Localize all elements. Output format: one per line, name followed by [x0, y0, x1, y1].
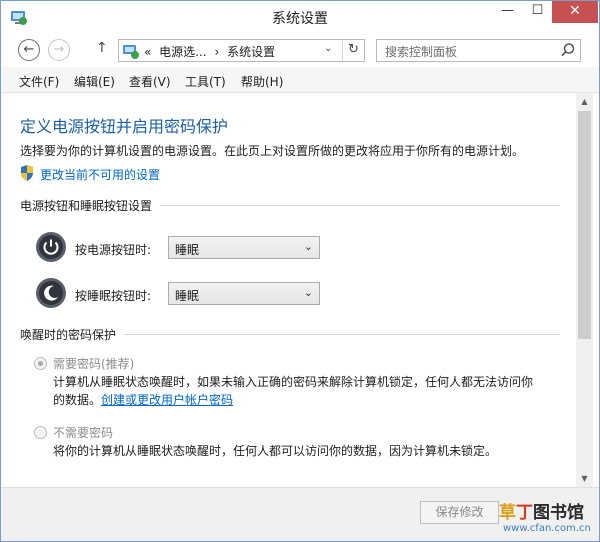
select-value: 睡眠	[175, 243, 200, 257]
require-password-label: 需要密码(推荐)	[53, 357, 135, 371]
title-bar: 系统设置 — ☐ ✕	[1, 1, 599, 33]
menu-tools[interactable]: 工具(T)	[185, 73, 226, 90]
navigation-bar: ← → ↑ « 电源选... › 系统设置 ⌄ ↻ 搜索控制面板	[1, 33, 599, 67]
uac-shield-icon	[21, 165, 33, 181]
up-button[interactable]: ↑	[96, 40, 108, 56]
chevron-down-icon: ⌄	[303, 240, 313, 253]
no-password-radio[interactable]	[34, 426, 47, 439]
watermark-part: 丁	[516, 503, 533, 523]
section-heading: 电源按钮和睡眠按钮设置	[20, 197, 161, 214]
wake-password-section-header: 唤醒时的密码保护	[20, 326, 560, 343]
back-button[interactable]: ←	[18, 39, 40, 61]
menu-file[interactable]: 文件(F)	[19, 73, 59, 90]
power-button-label: 按电源按钮时:	[75, 243, 152, 257]
address-dropdown-button[interactable]: ⌄	[324, 43, 332, 54]
breadcrumb-system-settings[interactable]: 系统设置	[227, 45, 275, 59]
maximize-button[interactable]: ☐	[523, 1, 552, 23]
create-password-link[interactable]: 创建或更改用户帐户密码	[101, 393, 233, 407]
chevron-down-icon: ⌄	[303, 286, 313, 299]
require-password-description: 计算机从睡眠状态唤醒时，如果未输入正确的密码来解除计算机锁定，任何人都无法访问你…	[53, 373, 573, 409]
sleep-button-icon	[36, 278, 66, 308]
menu-edit[interactable]: 编辑(E)	[74, 73, 115, 90]
description-text: 的数据。	[53, 393, 102, 407]
breadcrumb-overflow[interactable]: «	[144, 45, 151, 59]
sleep-button-label: 按睡眠按钮时:	[75, 289, 152, 303]
search-input[interactable]: 搜索控制面板	[376, 39, 581, 62]
change-unavailable-settings-link[interactable]: 更改当前不可用的设置	[40, 166, 160, 183]
watermark-part: 草	[499, 503, 516, 523]
forward-button[interactable]: →	[48, 39, 70, 61]
power-button-icon	[36, 232, 66, 262]
scroll-thumb[interactable]	[578, 111, 591, 339]
control-panel-icon	[123, 45, 139, 59]
power-button-action-select[interactable]: 睡眠 ⌄	[168, 236, 320, 259]
search-icon[interactable]	[560, 42, 576, 58]
watermark-part: 图书馆	[533, 503, 584, 523]
no-password-description: 将你的计算机从睡眠状态唤醒时，任何人都可以访问你的数据，因为计算机未锁定。	[53, 444, 498, 458]
system-settings-window: 系统设置 — ☐ ✕ ← → ↑ « 电源选... › 系统设置 ⌄ ↻ 搜索控…	[0, 0, 600, 542]
require-password-radio[interactable]	[34, 357, 47, 370]
search-placeholder: 搜索控制面板	[385, 45, 458, 59]
menu-view[interactable]: 查看(V)	[129, 73, 171, 90]
watermark-logo: 草丁图书馆	[499, 498, 584, 523]
select-value: 睡眠	[175, 289, 200, 303]
refresh-button[interactable]: ↻	[342, 40, 364, 61]
scroll-down-arrow[interactable]: ▼	[576, 470, 593, 487]
watermark-url: www.cfan.com.cn	[503, 523, 591, 534]
vertical-scrollbar[interactable]: ▲ ▼	[576, 93, 593, 487]
menu-help[interactable]: 帮助(H)	[241, 73, 283, 90]
menu-bar: 文件(F) 编辑(E) 查看(V) 工具(T) 帮助(H)	[1, 67, 599, 93]
sleep-button-action-select[interactable]: 睡眠 ⌄	[168, 282, 320, 305]
footer-bar: 保存修改 草丁图书馆 www.cfan.com.cn	[1, 487, 599, 541]
page-description: 选择要为你的计算机设置的电源设置。在此页上对设置所做的更改将应用于你所有的电源计…	[20, 144, 525, 158]
close-button[interactable]: ✕	[552, 1, 598, 23]
power-buttons-section-header: 电源按钮和睡眠按钮设置	[20, 197, 560, 214]
section-heading: 唤醒时的密码保护	[20, 326, 125, 343]
scroll-up-arrow[interactable]: ▲	[576, 93, 593, 110]
description-line: 计算机从睡眠状态唤醒时，如果未输入正确的密码来解除计算机锁定，任何人都无法访问你	[53, 375, 534, 389]
breadcrumb: « 电源选... › 系统设置	[144, 43, 279, 60]
page-title: 定义电源按钮并启用密码保护	[20, 117, 229, 136]
breadcrumb-separator[interactable]: ›	[214, 45, 219, 59]
description-line: 的数据。创建或更改用户帐户密码	[53, 391, 573, 409]
no-password-label: 不需要密码	[53, 426, 114, 440]
breadcrumb-power-options[interactable]: 电源选...	[159, 45, 206, 59]
minimize-button[interactable]: —	[493, 1, 522, 23]
save-changes-button[interactable]: 保存修改	[420, 501, 499, 524]
address-bar[interactable]: « 电源选... › 系统设置 ⌄ ↻	[118, 39, 365, 62]
content-pane: 定义电源按钮并启用密码保护 选择要为你的计算机设置的电源设置。在此页上对设置所做…	[1, 93, 599, 487]
